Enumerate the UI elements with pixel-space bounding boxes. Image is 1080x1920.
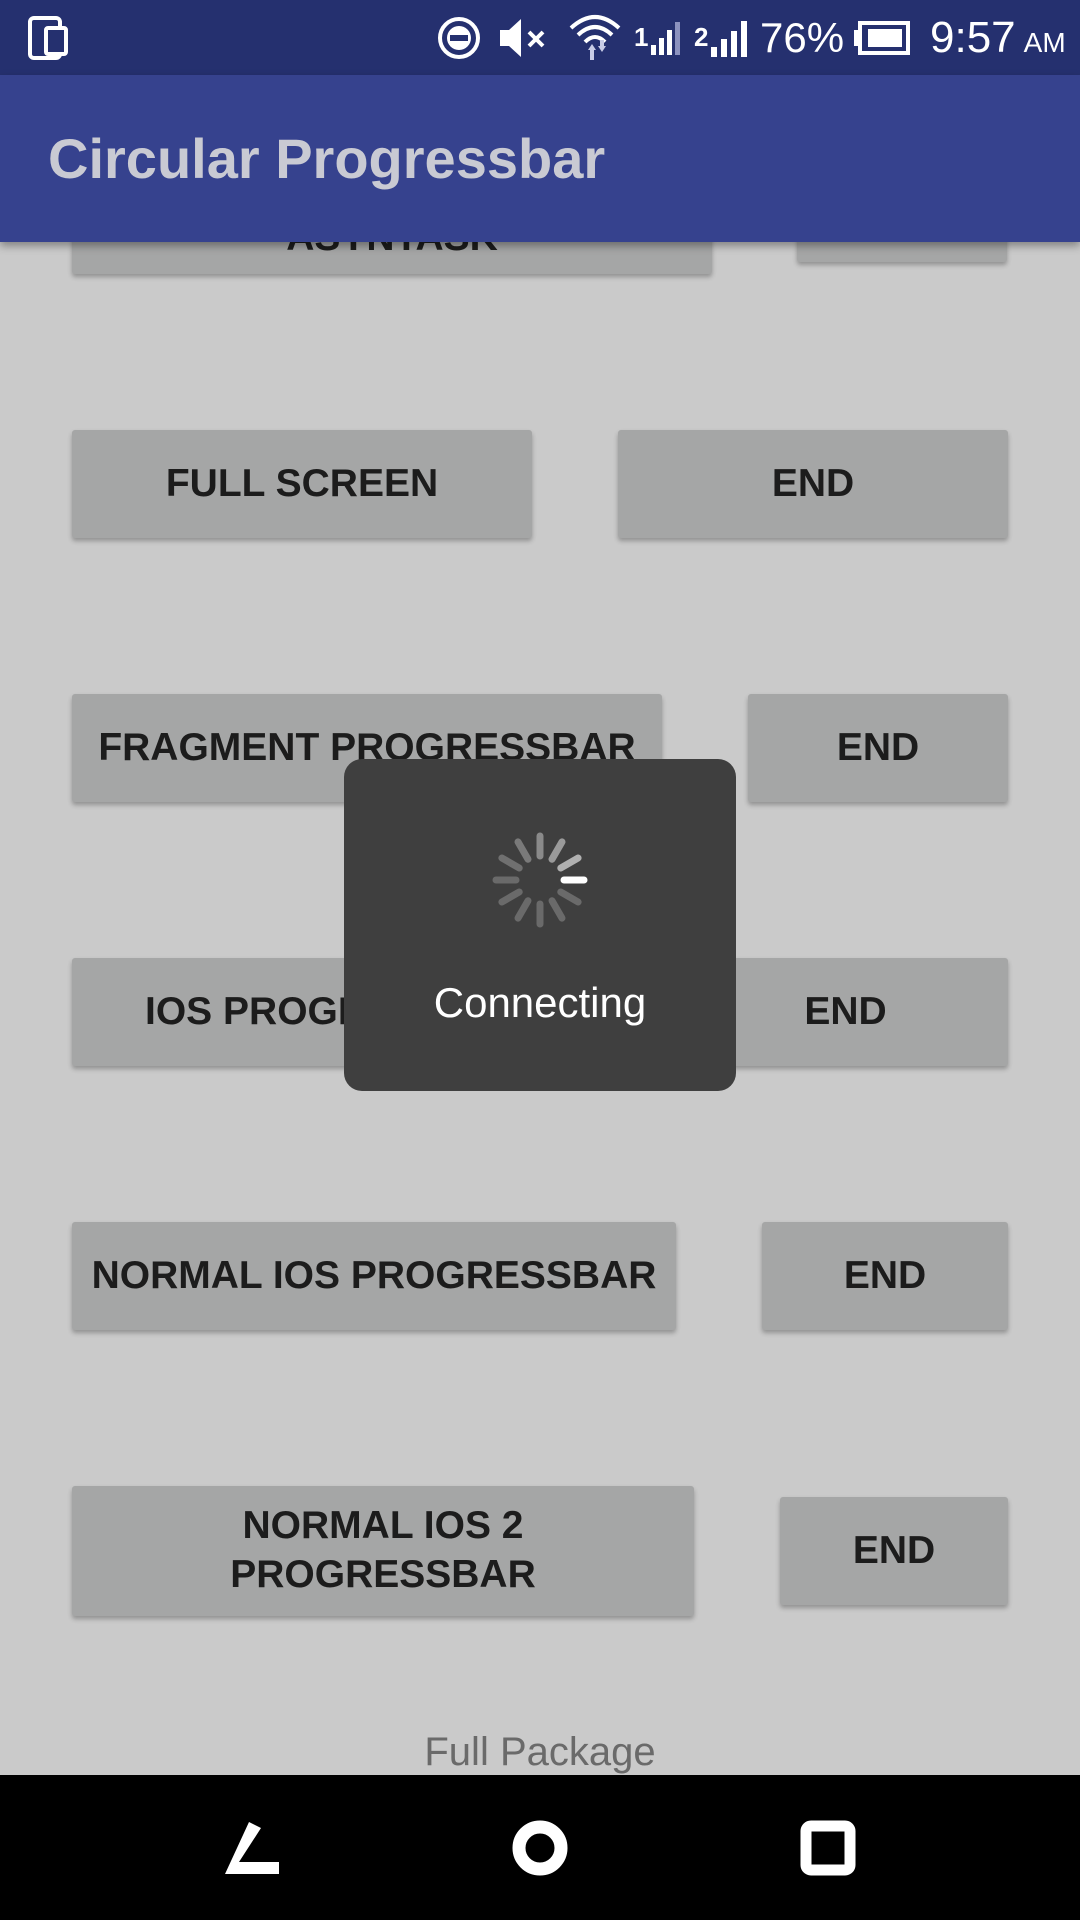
normal-ios-progressbar-button[interactable]: NORMAL IOS PROGRESSBAR	[72, 1222, 676, 1330]
clock-time: 9:57	[930, 12, 1016, 62]
navigation-bar	[0, 1775, 1080, 1920]
home-icon	[512, 1820, 568, 1875]
clock: 9:57 AM	[930, 0, 1066, 75]
sim1-label: 1	[634, 22, 649, 52]
clock-ampm: AM	[1023, 26, 1066, 58]
loading-dialog: Connecting	[344, 759, 736, 1091]
wifi-icon	[568, 0, 622, 75]
asynctask-button[interactable]: ASYNTASK	[72, 242, 712, 274]
app-bar: Circular Progressbar	[0, 75, 1080, 242]
status-bar: 1 2 76% 9:57 AM	[0, 0, 1080, 75]
normal-ios2-progressbar-button[interactable]: NORMAL IOS 2 PROGRESSBAR	[72, 1486, 694, 1616]
sim2-label: 2	[694, 22, 709, 52]
footer-text: Full Package	[424, 1730, 656, 1774]
back-icon	[225, 1821, 279, 1874]
app-title: Circular Progressbar	[48, 127, 606, 190]
recents-icon	[800, 1820, 856, 1875]
volume-muted-icon	[496, 0, 552, 75]
full-screen-button[interactable]: FULL SCREEN	[72, 430, 532, 538]
back-button[interactable]	[183, 1775, 323, 1920]
loading-spinner-icon	[485, 825, 595, 940]
dialog-message: Connecting	[433, 979, 647, 1026]
battery-icon	[852, 0, 910, 75]
fragment-end-button[interactable]: END	[748, 694, 1008, 802]
home-button[interactable]	[470, 1775, 610, 1920]
phone-device-icon	[26, 0, 72, 75]
normal-ios2-end-button[interactable]: END	[780, 1497, 1008, 1605]
battery-percent: 76%	[760, 13, 845, 61]
asynctask-end-button[interactable]	[797, 242, 1007, 262]
signal-sim2-icon: 2	[694, 0, 754, 75]
recents-button[interactable]	[758, 1775, 898, 1920]
full-screen-end-button[interactable]: END	[618, 430, 1008, 538]
signal-sim1-icon: 1	[634, 0, 681, 75]
do-not-disturb-icon	[436, 0, 482, 75]
normal-ios-end-button[interactable]: END	[762, 1222, 1008, 1330]
